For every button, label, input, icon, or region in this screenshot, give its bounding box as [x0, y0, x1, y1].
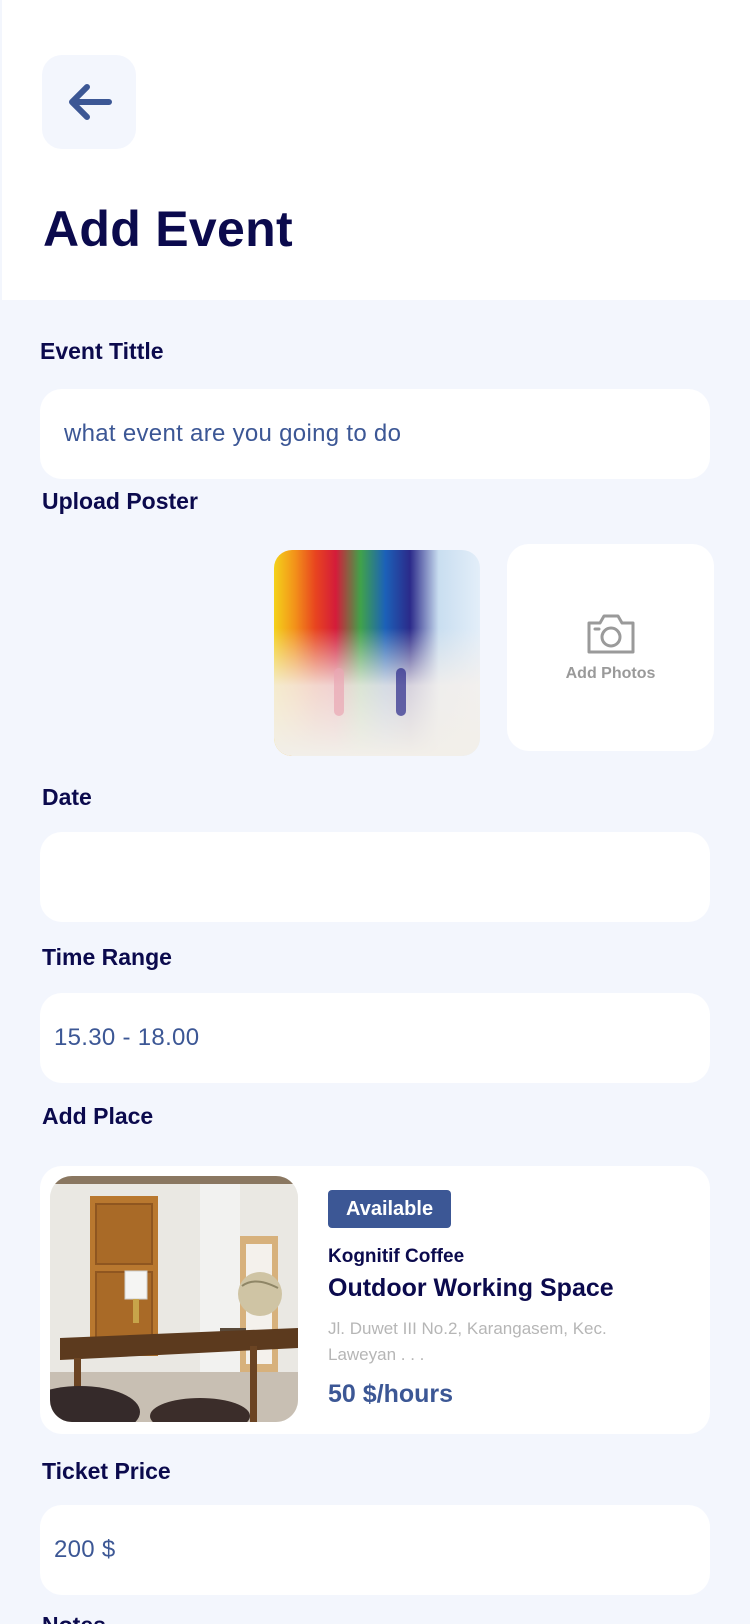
ticket-price-input[interactable]: 200 $ [40, 1505, 710, 1595]
room-illustration [50, 1176, 298, 1422]
time-range-input[interactable]: 15.30 - 18.00 [40, 993, 710, 1083]
date-input[interactable] [40, 832, 710, 922]
place-card[interactable]: Available Kognitif Coffee Outdoor Workin… [40, 1166, 710, 1434]
venue-address: Jl. Duwet III No.2, Karangasem, Kec. Law… [328, 1319, 607, 1364]
notes-label: Notes [42, 1612, 106, 1624]
event-title-input[interactable]: what event are you going to do [40, 389, 710, 479]
arrow-left-icon [69, 84, 112, 120]
ticket-price-label: Ticket Price [42, 1458, 171, 1484]
poster-streak [334, 668, 344, 716]
poster-thumbnail[interactable] [274, 550, 480, 756]
place-photo [50, 1176, 298, 1422]
event-title-placeholder: what event are you going to do [64, 420, 402, 447]
time-range-value: 15.30 - 18.00 [54, 1024, 200, 1051]
poster-streak [396, 668, 406, 716]
add-photos-button[interactable]: Add Photos [507, 544, 714, 751]
header: Add Event [2, 0, 750, 300]
ticket-price-value: 200 $ [54, 1536, 116, 1563]
time-range-label: Time Range [42, 944, 172, 970]
event-title-label: Event Tittle [40, 338, 164, 364]
venue-title: Outdoor Working Space [328, 1274, 614, 1302]
camera-icon [587, 614, 634, 653]
back-button[interactable] [42, 55, 136, 149]
venue-price: 50 $/hours [328, 1380, 454, 1408]
date-label: Date [42, 784, 92, 810]
upload-poster-label: Upload Poster [42, 488, 198, 514]
add-place-label: Add Place [42, 1103, 154, 1129]
page-title: Add Event [43, 201, 293, 257]
add-photos-label: Add Photos [565, 664, 656, 682]
availability-badge: Available [328, 1190, 452, 1228]
venue-name: Kognitif Coffee [328, 1246, 465, 1267]
poster-fade [274, 628, 480, 756]
